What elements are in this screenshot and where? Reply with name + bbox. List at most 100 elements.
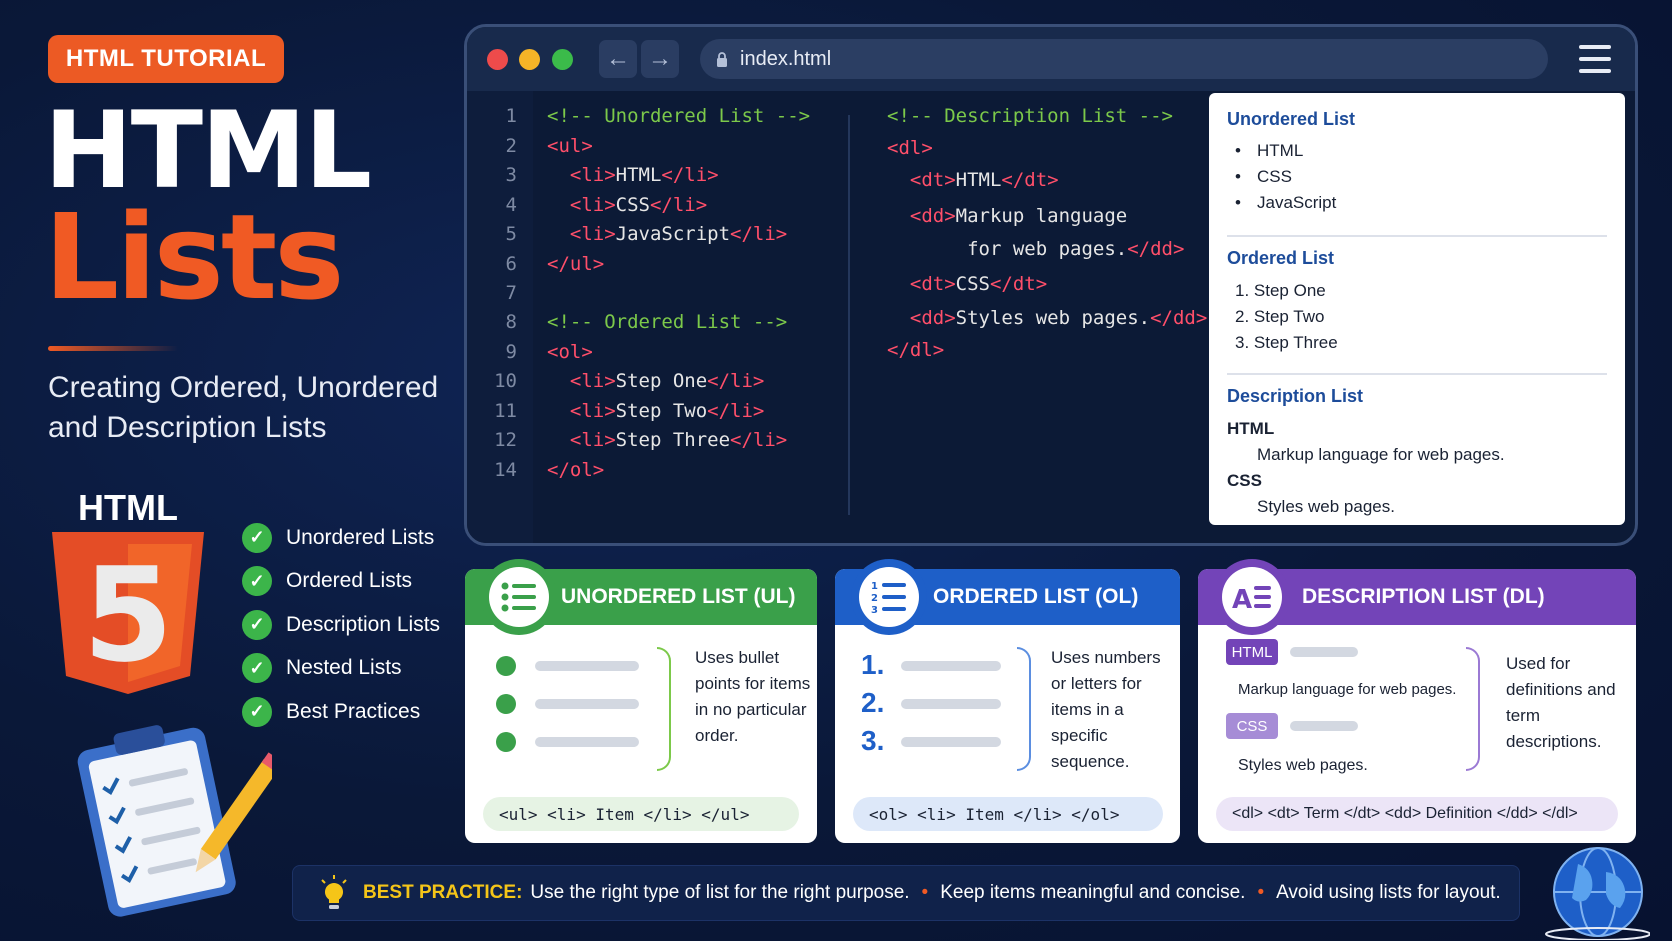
code-line: <li>Step Three</li> (547, 429, 788, 451)
check-icon: ✓ (242, 609, 272, 640)
code-line: <!-- Description List --> (887, 105, 1173, 127)
code-line: <dl> (887, 137, 933, 159)
best-practice-label: BEST PRACTICE: (363, 882, 523, 903)
close-window-button[interactable] (487, 49, 508, 70)
dl-term-chip: CSS (1226, 713, 1278, 739)
code-line: <dd>Styles web pages.</dd> (887, 307, 1208, 329)
html5-logo-icon: HTML 5 (52, 490, 204, 694)
address-bar[interactable]: index.html (700, 39, 1548, 79)
placeholder-bar (901, 737, 1001, 747)
code-line: </dl> (887, 339, 945, 361)
placeholder-bar (535, 737, 639, 747)
preview-divider (1227, 373, 1607, 375)
code-snippet: <ol> <li> Item </li> </ol> (853, 797, 1163, 831)
card-description: Uses numbers or letters for items in a s… (1051, 648, 1161, 771)
dl-term-chip: HTML (1226, 639, 1278, 665)
rendered-preview: Unordered List • HTML • CSS • JavaScript… (1209, 93, 1625, 525)
dl-definition: Styles web pages. (1238, 757, 1368, 774)
ol-number: 3. (861, 725, 885, 756)
card-unordered-list: UNORDERED LIST (UL) Uses bullet points f… (465, 559, 817, 843)
code-line: <li>Step Two</li> (547, 400, 765, 422)
arrow-right-icon: → (648, 45, 672, 72)
svg-text:A: A (1232, 585, 1252, 612)
title-underline (48, 346, 178, 351)
line-number: 8 (505, 311, 517, 333)
line-number: 9 (505, 341, 517, 363)
preview-divider (1227, 235, 1607, 237)
globe-icon (1545, 847, 1650, 940)
maximize-window-button[interactable] (552, 49, 573, 70)
check-icon: ✓ (242, 653, 272, 684)
svg-text:3: 3 (871, 605, 878, 614)
code-snippet: <dl> <dt> Term </dt> <dd> Definition </d… (1216, 797, 1618, 831)
svg-text:2: 2 (871, 593, 878, 604)
preview-bullet: • (1235, 141, 1241, 160)
subtitle: Creating Ordered, Unordered and Descript… (48, 371, 439, 444)
code-line: for web pages.</dd> (887, 238, 1185, 260)
topic-checklist: ✓ Unordered Lists ✓ Ordered Lists ✓ Descrip… (242, 516, 440, 734)
line-number: 3 (505, 164, 517, 186)
html5-logo-text: HTML (78, 490, 178, 528)
line-number: 7 (505, 282, 517, 304)
separator-dot: • (921, 882, 929, 903)
description-list-icon: A (1214, 559, 1290, 635)
code-line: <!-- Unordered List --> (547, 105, 811, 127)
arrow-left-icon: ← (606, 45, 630, 72)
bullet-list-icon (481, 559, 557, 635)
preview-ul-heading: Unordered List (1227, 109, 1356, 129)
line-number: 14 (494, 459, 517, 481)
code-line: <li>JavaScript</li> (547, 223, 788, 245)
preview-bullet: • (1235, 193, 1241, 212)
preview-dl-term: CSS (1227, 471, 1262, 490)
code-line: <dd>Markup language (887, 205, 1128, 227)
hamburger-icon[interactable] (1579, 45, 1611, 73)
clipboard-icon (77, 725, 272, 917)
dl-definition: Markup language for web pages. (1238, 681, 1457, 698)
line-number: 5 (505, 223, 517, 245)
brace-icon (657, 647, 671, 771)
code-line: <li>Step One</li> (547, 370, 765, 392)
forward-button[interactable]: → (641, 40, 679, 78)
preview-ul-item: HTML (1257, 141, 1304, 160)
separator-dot: • (1257, 882, 1265, 903)
checklist-item: ✓ Unordered Lists (242, 516, 440, 560)
html5-logo-number: 5 (83, 539, 173, 691)
code-snippet: <ul> <li> Item </li> </ul> (483, 797, 799, 831)
lightbulb-icon (321, 875, 347, 909)
preview-ol-item: 2. Step Two (1235, 307, 1325, 326)
back-button[interactable]: ← (599, 40, 637, 78)
line-number: 2 (505, 135, 517, 157)
preview-dl-heading: Description List (1227, 386, 1364, 406)
code-line: <dt>HTML</dt> (887, 169, 1059, 191)
preview-ol-heading: Ordered List (1227, 248, 1335, 268)
best-practice-bar: BEST PRACTICE: Use the right type of lis… (292, 865, 1520, 921)
line-number: 4 (505, 194, 517, 216)
placeholder-bar (901, 699, 1001, 709)
best-practice-tip: Use the right type of list for the right… (530, 882, 910, 903)
preview-dl-term: HTML (1227, 419, 1275, 438)
line-number: 10 (494, 370, 517, 392)
bullet-dots-icon (496, 656, 516, 752)
code-line: </ul> (547, 253, 605, 275)
placeholder-bar (1290, 721, 1358, 731)
browser-window: ← → index.html 1 2 3 4 5 6 7 8 9 10 11 1… (464, 24, 1638, 546)
card-description: Uses bullet points for items in no parti… (695, 648, 811, 745)
code-line: <!-- Ordered List --> (547, 311, 788, 333)
code-column-divider (848, 115, 850, 515)
code-line: <ul> (547, 135, 593, 157)
check-icon: ✓ (242, 566, 272, 597)
lock-icon (717, 52, 727, 67)
checklist-item: ✓ Ordered Lists (242, 560, 440, 604)
brace-icon (1017, 647, 1031, 771)
line-number: 11 (494, 400, 517, 422)
preview-ul-item: JavaScript (1257, 193, 1337, 212)
svg-text:1: 1 (871, 581, 878, 592)
line-number: 6 (505, 253, 517, 275)
tutorial-tag: HTML TUTORIAL (48, 35, 284, 83)
card-ordered-list: ORDERED LIST (OL) 123 1. 2. 3. Uses numb… (835, 559, 1180, 843)
minimize-window-button[interactable] (519, 49, 540, 70)
checklist-item: ✓ Description Lists (242, 603, 440, 647)
browser-toolbar: ← → index.html (467, 27, 1635, 91)
numbered-list-icon: 123 (851, 559, 927, 635)
code-line: <li>HTML</li> (547, 164, 719, 186)
